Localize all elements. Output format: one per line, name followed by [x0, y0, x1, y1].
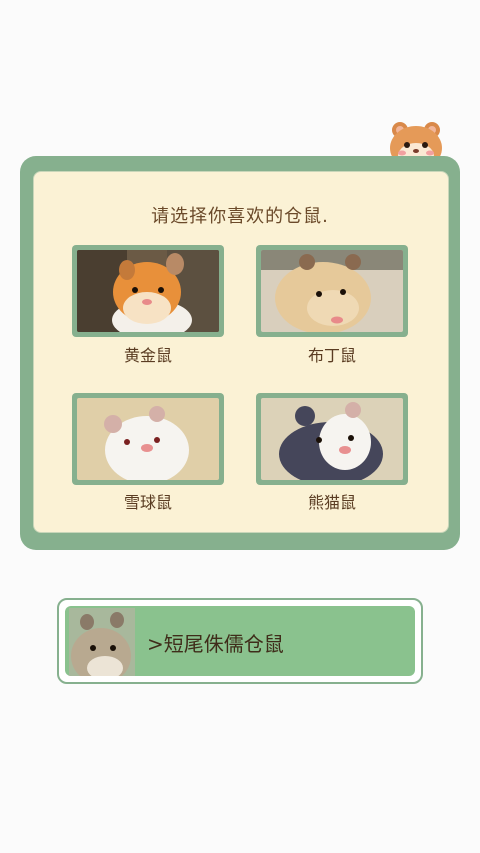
- panda-hamster-photo: [261, 398, 403, 480]
- breed-label-snowball: 雪球鼠: [123, 493, 172, 512]
- option-background: >短尾侏儒仓鼠: [65, 606, 415, 676]
- pudding-hamster-photo: [261, 250, 403, 332]
- breed-label-panda: 熊猫鼠: [307, 493, 356, 512]
- breed-card-snowball[interactable]: [72, 393, 224, 485]
- breed-card-panda[interactable]: [256, 393, 408, 485]
- dwarf-hamster-photo: [69, 608, 135, 676]
- breed-card-golden[interactable]: [72, 245, 224, 337]
- dwarf-hamster-option-button[interactable]: >短尾侏儒仓鼠: [57, 598, 423, 684]
- breed-label-golden: 黄金鼠: [123, 346, 172, 365]
- breed-label-pudding: 布丁鼠: [307, 346, 356, 365]
- snowball-hamster-photo: [77, 398, 219, 480]
- select-hamster-prompt: 请选择你喜欢的仓鼠.: [151, 206, 329, 227]
- breed-card-pudding[interactable]: [256, 245, 408, 337]
- dwarf-hamster-label: >短尾侏儒仓鼠: [147, 632, 284, 656]
- golden-hamster-photo: [77, 250, 219, 332]
